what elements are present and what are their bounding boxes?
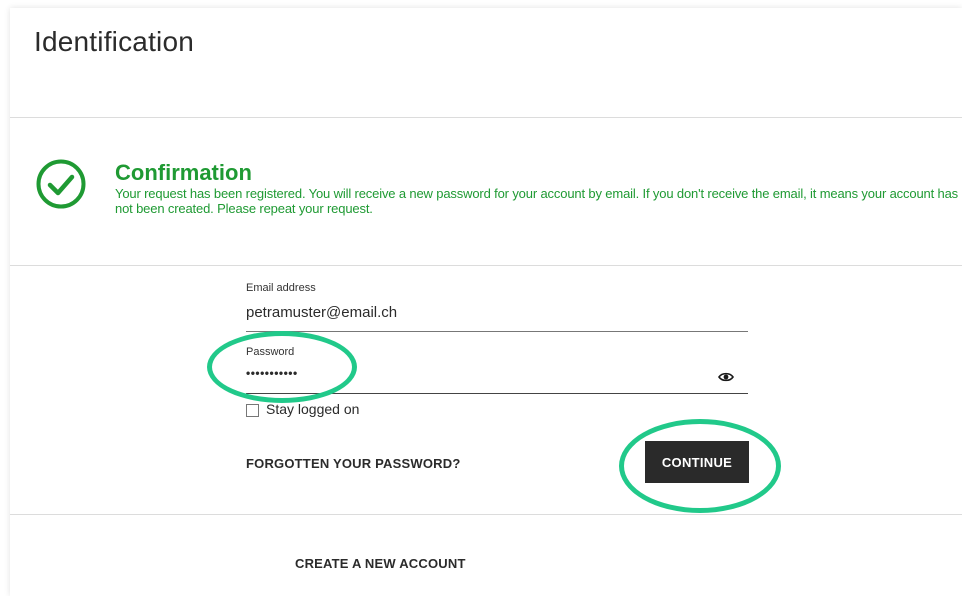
- page-title: Identification: [34, 26, 195, 57]
- email-label: Email address: [246, 282, 316, 294]
- forgot-password-link[interactable]: FORGOTTEN YOUR PASSWORD?: [246, 456, 461, 471]
- create-account-link[interactable]: CREATE A NEW ACCOUNT: [295, 556, 466, 571]
- email-field-underline: [246, 331, 748, 332]
- confirmation-message: Your request has been registered. You wi…: [115, 186, 959, 216]
- confirmation-title: Confirmation: [115, 160, 252, 185]
- divider: [10, 514, 962, 515]
- check-circle-icon: [36, 159, 86, 209]
- password-label: Password: [246, 346, 295, 358]
- eye-icon[interactable]: [718, 371, 734, 383]
- stay-logged-on-label[interactable]: Stay logged on: [266, 401, 359, 417]
- divider: [10, 117, 962, 118]
- identification-panel: [10, 8, 962, 596]
- divider: [10, 265, 962, 266]
- password-field-underline: [246, 393, 748, 394]
- password-field[interactable]: •••••••••••: [246, 366, 298, 380]
- stay-logged-on-checkbox[interactable]: [246, 404, 259, 417]
- continue-button[interactable]: CONTINUE: [645, 441, 749, 483]
- email-field[interactable]: petramuster@email.ch: [246, 304, 397, 321]
